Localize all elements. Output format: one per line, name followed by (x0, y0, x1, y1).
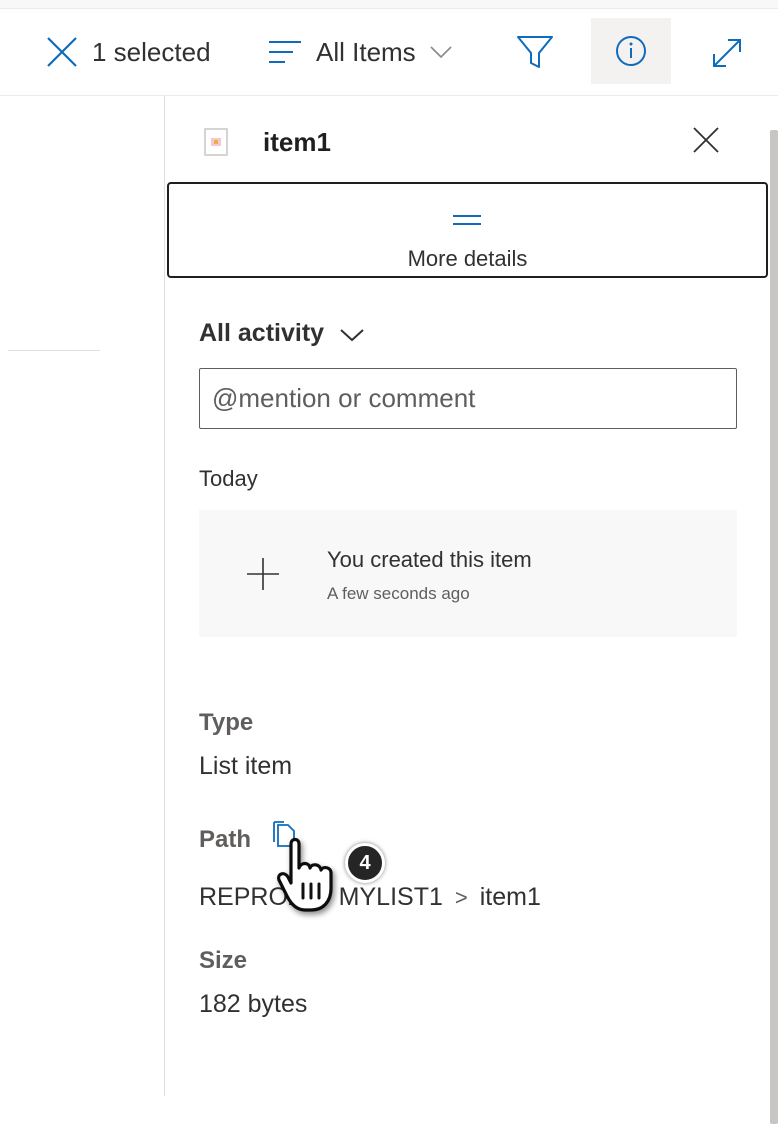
panel-title: item1 (263, 126, 331, 157)
chevron-down-icon (340, 320, 364, 349)
drag-handle-icon (451, 213, 483, 225)
info-pane-button[interactable] (591, 18, 671, 84)
path-crumb[interactable]: item1 (480, 883, 541, 912)
activity-timestamp: A few seconds ago (327, 584, 470, 603)
path-breadcrumb: REPRO2 > MYLIST1 > item1 (199, 883, 541, 912)
activity-item: You created this item A few seconds ago (199, 510, 737, 637)
path-crumb[interactable]: REPRO2 (199, 883, 302, 912)
info-icon (615, 35, 647, 67)
copy-icon[interactable] (271, 820, 297, 853)
activity-day-label: Today (199, 466, 258, 491)
step-number-badge: 4 (345, 843, 385, 883)
file-icon (204, 128, 228, 156)
view-list-icon (268, 40, 302, 64)
expand-button[interactable] (710, 35, 744, 71)
panel-scrollbar[interactable] (770, 130, 778, 1124)
more-details-label: More details (407, 246, 528, 271)
expand-icon (710, 36, 744, 70)
chevron-right-icon: > (313, 884, 327, 910)
filter-button[interactable] (516, 33, 554, 71)
path-label-row: Path (199, 820, 297, 854)
close-icon (46, 36, 78, 68)
panel-header: item1 (204, 122, 331, 162)
chevron-down-icon (430, 45, 452, 59)
list-row-divider (8, 350, 100, 351)
filter-icon (516, 34, 554, 70)
top-strip (0, 0, 778, 9)
view-name-label: All Items (316, 36, 416, 67)
activity-filter-label: All activity (199, 319, 325, 347)
selection-count-label: 1 selected (92, 36, 211, 67)
command-bar: 1 selected All Items (0, 9, 778, 96)
chevron-right-icon: > (454, 884, 468, 910)
comment-input[interactable] (199, 368, 737, 429)
size-label: Size (199, 947, 248, 974)
type-label: Type (199, 709, 254, 736)
type-value: List item (199, 752, 293, 780)
plus-icon (246, 557, 280, 591)
more-details-button[interactable]: More details (167, 182, 768, 278)
activity-title: You created this item (327, 547, 532, 572)
details-panel-border (164, 96, 165, 1096)
clear-selection-button[interactable]: 1 selected (46, 34, 211, 70)
view-switcher-button[interactable]: All Items (268, 34, 452, 70)
close-icon (693, 126, 719, 158)
activity-filter-dropdown[interactable]: All activity (199, 318, 364, 349)
close-panel-button[interactable] (690, 126, 722, 158)
size-value: 182 bytes (199, 990, 308, 1018)
path-label: Path (199, 826, 252, 853)
path-crumb[interactable]: MYLIST1 (339, 883, 443, 912)
